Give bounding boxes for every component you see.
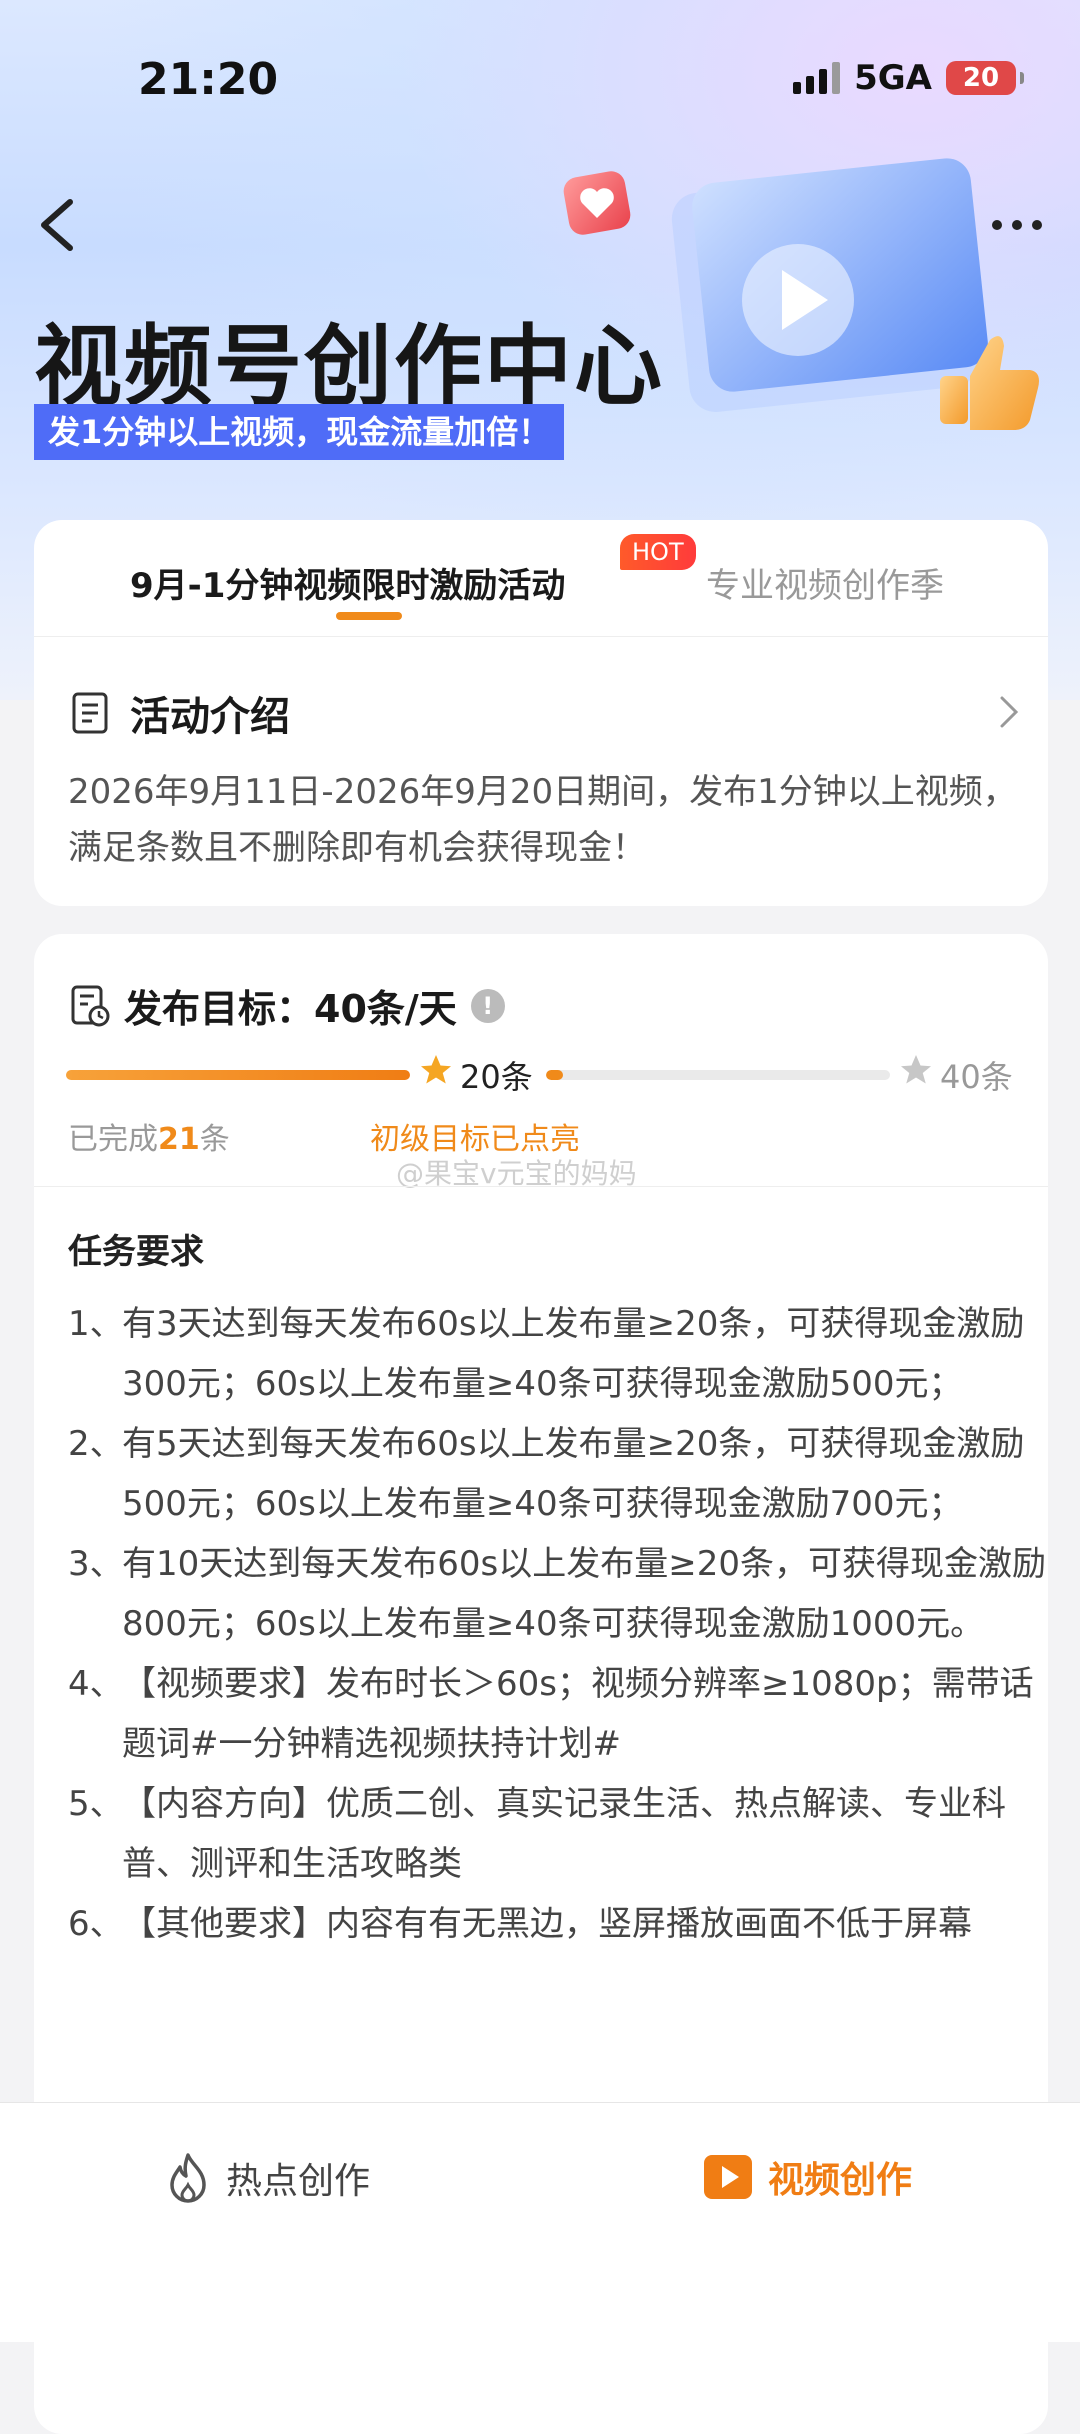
nav-hot-creation[interactable]: 热点创作	[164, 2151, 370, 2205]
progress-bar-stage1	[66, 1070, 410, 1080]
list-item: 6、 【其他要求】内容有有无黑边，竖屏播放画面不低于屏幕	[68, 1904, 972, 1944]
tab-pro-video-season[interactable]: 专业视频创作季	[706, 558, 944, 607]
list-item: 4、 【视频要求】发布时长＞60s；视频分辨率≥1080p；需带话题词#一分钟精选…	[68, 1664, 1034, 1764]
back-arrow-icon[interactable]	[28, 190, 88, 260]
star-icon-filled	[421, 1055, 451, 1084]
status-bar-right: 5GA 20	[793, 58, 1024, 98]
milestone-20-label: 20条	[460, 1058, 533, 1096]
battery-icon: 20	[946, 61, 1024, 95]
requirements-title: 任务要求	[68, 1232, 204, 1272]
nav-video-label: 视频创作	[768, 2160, 913, 2201]
nav-hot-label: 热点创作	[226, 2161, 371, 2202]
chevron-right-icon[interactable]	[998, 692, 1020, 732]
list-item: 5、 【内容方向】优质二创、真实记录生活、热点解读、专业科普、测评和生活攻略类	[68, 1784, 1006, 1884]
page-subtitle: 发1分钟以上视频，现金流量加倍！	[34, 404, 565, 460]
nav-video-creation[interactable]: 视频创作	[702, 2151, 912, 2203]
tab-one-minute-video[interactable]: 9月-1分钟视频限时激励活动	[130, 558, 565, 607]
progress-bar-stage2	[546, 1070, 890, 1080]
list-item: 1、 有3天达到每天发布60s以上发布量≥20条，可获得现金激励300元；60s以…	[68, 1304, 1025, 1404]
completed-count: 已完成21条	[68, 1122, 230, 1157]
document-icon	[72, 692, 108, 734]
goal-header: 发布目标：40条/天 !	[70, 978, 505, 1033]
status-time: 21:20	[138, 54, 279, 105]
flame-icon	[170, 2153, 206, 2203]
intro-header[interactable]: 活动介绍	[70, 684, 290, 742]
milestone-40-label: 40条	[940, 1058, 1013, 1096]
video-play-icon	[704, 2155, 752, 2199]
activity-card: 9月-1分钟视频限时激励活动 HOT 专业视频创作季 活动介绍 2026年9月1…	[34, 520, 1048, 906]
goal-title: 发布目标：40条/天	[124, 987, 457, 1031]
signal-icon	[793, 62, 841, 94]
target-doc-icon	[71, 985, 110, 1026]
requirements-list: 1、 有3天达到每天发布60s以上发布量≥20条，可获得现金激励300元；60s以…	[68, 1294, 1058, 1954]
bottom-nav: 热点创作 视频创作	[0, 2102, 1080, 2342]
list-item: 3、 有10天达到每天发布60s以上发布量≥20条，可获得现金激励800元；60s…	[68, 1544, 1046, 1644]
list-item: 2、 有5天达到每天发布60s以上发布量≥20条，可获得现金激励500元；60s以…	[68, 1424, 1025, 1524]
network-label: 5GA	[854, 58, 932, 98]
hot-badge: HOT	[620, 534, 696, 570]
divider	[34, 1186, 1048, 1187]
intro-text: 2026年9月11日-2026年9月20日期间，发布1分钟以上视频，满足条数且不…	[68, 772, 1017, 868]
star-icon-empty	[901, 1055, 931, 1084]
tab-bar: 9月-1分钟视频限时激励活动 HOT 专业视频创作季	[34, 520, 1048, 637]
info-icon[interactable]: !	[470, 988, 505, 1023]
intro-title: 活动介绍	[130, 694, 290, 740]
tab-active-indicator	[336, 612, 402, 620]
